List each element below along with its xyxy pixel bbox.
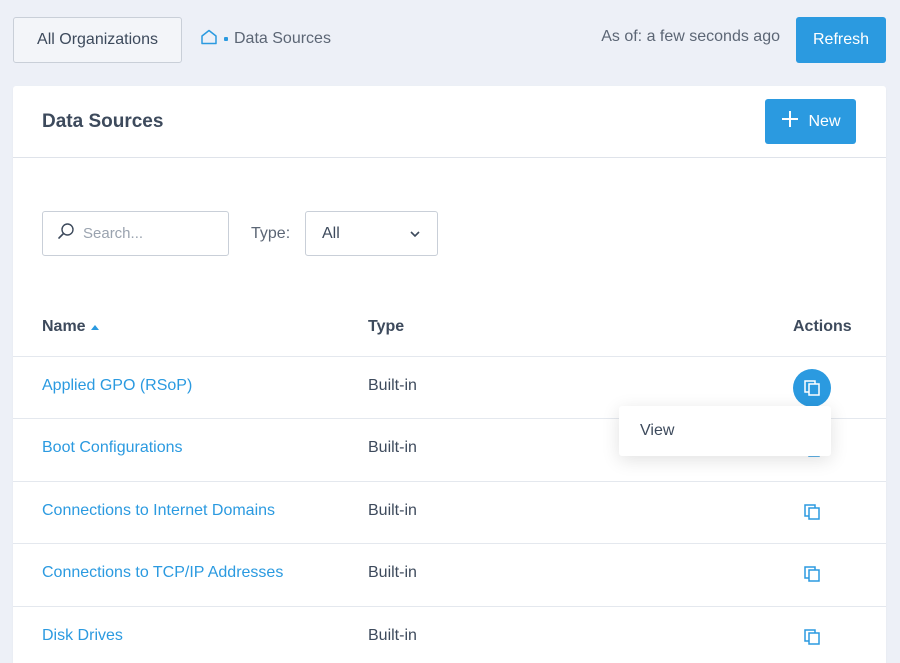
data-source-link[interactable]: Boot Configurations xyxy=(42,439,183,457)
top-bar: All Organizations Data Sources As of: a … xyxy=(0,0,900,80)
type-select-value: All xyxy=(322,224,340,242)
table-row: Connections to TCP/IP Addresses Built-in xyxy=(13,543,886,605)
breadcrumb-separator xyxy=(224,37,228,41)
refresh-button[interactable]: Refresh xyxy=(796,17,886,63)
home-icon[interactable] xyxy=(200,29,218,50)
breadcrumb: Data Sources xyxy=(200,28,331,50)
chevron-down-icon xyxy=(409,225,421,243)
search-icon xyxy=(57,222,75,245)
type-column-header: Type xyxy=(368,318,405,335)
copy-icon[interactable] xyxy=(802,564,822,584)
data-source-type: Built-in xyxy=(368,439,417,456)
data-source-type: Built-in xyxy=(368,627,417,644)
card-header: Data Sources New xyxy=(13,86,886,158)
page-title: Data Sources xyxy=(42,111,164,132)
data-source-link[interactable]: Applied GPO (RSoP) xyxy=(42,377,192,395)
name-header-label: Name xyxy=(42,318,86,335)
table-row: Connections to Internet Domains Built-in xyxy=(13,481,886,543)
search-box[interactable] xyxy=(42,211,229,256)
plus-icon xyxy=(780,109,800,134)
breadcrumb-current: Data Sources xyxy=(234,30,331,47)
data-source-type: Built-in xyxy=(368,502,417,519)
data-sources-card: Data Sources New Type: All Name Type Act… xyxy=(13,86,886,663)
data-source-type: Built-in xyxy=(368,377,417,394)
type-filter-label: Type: xyxy=(251,225,291,242)
all-organizations-button[interactable]: All Organizations xyxy=(13,17,182,63)
copy-icon[interactable] xyxy=(802,627,822,647)
last-updated-text: As of: a few seconds ago xyxy=(601,28,780,45)
view-menu-label: View xyxy=(640,422,675,439)
type-select[interactable]: All xyxy=(305,211,438,256)
sort-ascending-icon xyxy=(90,318,100,336)
new-button-label: New xyxy=(808,112,841,130)
table-row: Disk Drives Built-in xyxy=(13,606,886,663)
new-button[interactable]: New xyxy=(765,99,856,144)
actions-column-header: Actions xyxy=(793,318,852,335)
context-menu-view-item[interactable]: View xyxy=(619,406,831,456)
data-source-link[interactable]: Connections to TCP/IP Addresses xyxy=(42,564,283,582)
data-source-type: Built-in xyxy=(368,564,417,581)
data-source-link[interactable]: Disk Drives xyxy=(42,627,123,645)
search-input[interactable] xyxy=(83,225,203,242)
copy-icon[interactable] xyxy=(802,502,822,522)
data-source-link[interactable]: Connections to Internet Domains xyxy=(42,502,275,520)
name-column-header[interactable]: Name xyxy=(42,318,100,336)
copy-icon[interactable] xyxy=(793,369,831,407)
